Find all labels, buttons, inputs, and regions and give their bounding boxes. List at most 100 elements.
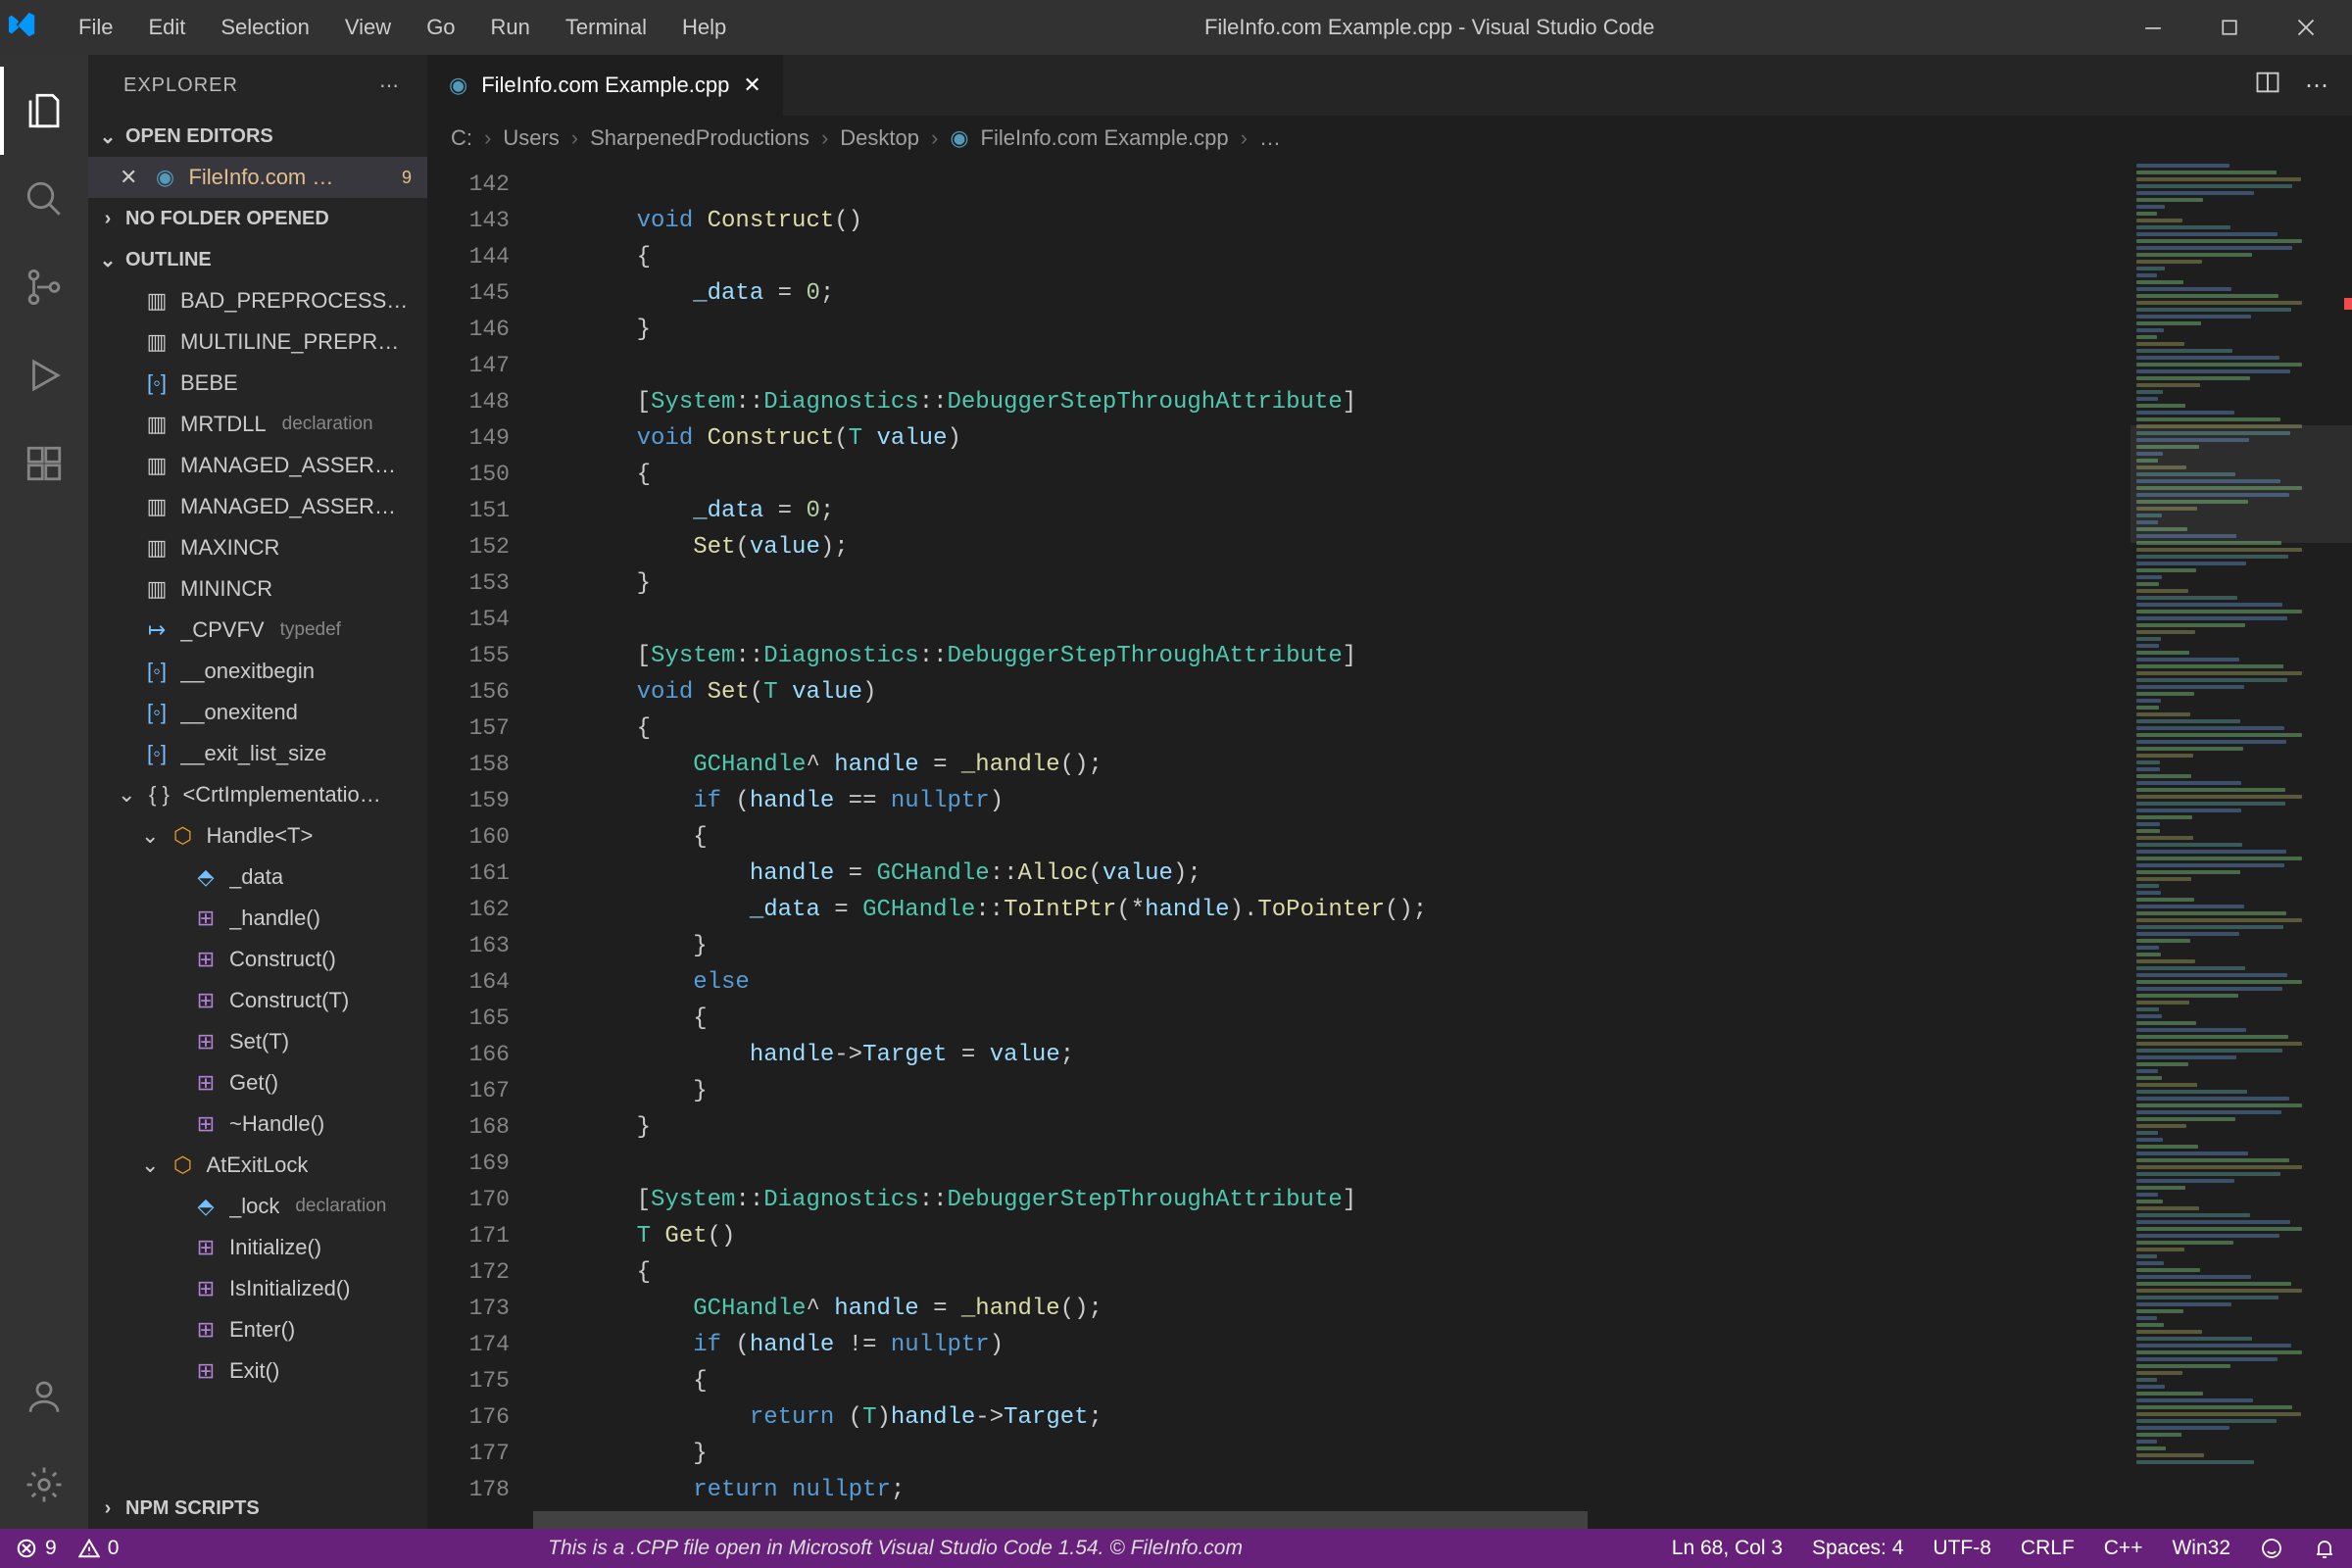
status-warnings[interactable]: 0 xyxy=(78,1537,120,1560)
outline-item[interactable]: ▥MANAGED_ASSER… xyxy=(88,445,427,486)
cpp-file-icon: ◉ xyxy=(151,165,178,190)
sidebar-title: EXPLORER xyxy=(123,74,238,97)
status-feedback-icon[interactable] xyxy=(2260,1537,2283,1560)
minimize-button[interactable] xyxy=(2115,0,2191,55)
outline-item[interactable]: ▥MAXINCR xyxy=(88,527,427,568)
outline-item[interactable]: ↦_CPVFVtypedef xyxy=(88,610,427,651)
symbol-struct-icon: ▥ xyxy=(143,329,171,355)
status-errors[interactable]: 9 xyxy=(16,1537,57,1560)
code-editor[interactable]: void Construct() { _data = 0; } [System:… xyxy=(533,161,2131,1529)
outline-namespace[interactable]: ⌄{ }<CrtImplementatio… xyxy=(88,774,427,815)
chevron-right-icon: › xyxy=(96,1497,120,1520)
activity-search[interactable] xyxy=(0,155,88,243)
chevron-down-icon: ⌄ xyxy=(96,124,120,149)
status-indent[interactable]: Spaces: 4 xyxy=(1812,1537,1903,1560)
outline-item[interactable]: ▥BAD_PREPROCESS… xyxy=(88,280,427,321)
status-os[interactable]: Win32 xyxy=(2172,1537,2230,1560)
chevron-down-icon: ⌄ xyxy=(118,782,135,808)
editor-tab[interactable]: ◉ FileInfo.com Example.cpp ✕ xyxy=(427,55,784,116)
window-controls xyxy=(2115,0,2344,55)
breadcrumb-tail[interactable]: … xyxy=(1259,125,1281,151)
breadcrumb-part[interactable]: Users xyxy=(503,125,559,151)
editor-area: ◉ FileInfo.com Example.cpp ✕ ⋯ C:› Users… xyxy=(427,55,2352,1529)
outline-member[interactable]: ⊞Set(T) xyxy=(88,1021,427,1062)
outline-member[interactable]: ⬘_lockdeclaration xyxy=(88,1186,427,1227)
outline-member[interactable]: ⊞~Handle() xyxy=(88,1103,427,1145)
symbol-method-icon: ⊞ xyxy=(192,1111,220,1137)
outline-item[interactable]: [◦]BEBE xyxy=(88,363,427,404)
section-npm-scripts[interactable]: › NPM SCRIPTS xyxy=(88,1488,427,1529)
menu-go[interactable]: Go xyxy=(409,7,472,48)
more-icon[interactable]: ⋯ xyxy=(2305,72,2328,100)
outline-member[interactable]: ⊞Construct() xyxy=(88,939,427,980)
outline-member[interactable]: ⊞Enter() xyxy=(88,1309,427,1350)
minimap[interactable] xyxy=(2131,161,2352,1529)
activity-settings[interactable] xyxy=(0,1441,88,1529)
outline-member[interactable]: ⊞Construct(T) xyxy=(88,980,427,1021)
menu-file[interactable]: File xyxy=(61,7,130,48)
minimap-error-marker xyxy=(2344,298,2352,310)
close-icon[interactable]: ✕ xyxy=(743,73,760,98)
menu-edit[interactable]: Edit xyxy=(130,7,203,48)
activity-explorer[interactable] xyxy=(0,67,88,155)
split-editor-icon[interactable] xyxy=(2254,69,2281,103)
section-no-folder[interactable]: › NO FOLDER OPENED xyxy=(88,198,427,239)
symbol-struct-icon: ▥ xyxy=(143,453,171,478)
activity-accounts[interactable] xyxy=(0,1352,88,1441)
outline-item[interactable]: ▥MININCR xyxy=(88,568,427,610)
outline-item[interactable]: ▥MRTDLLdeclaration xyxy=(88,404,427,445)
status-language[interactable]: C++ xyxy=(2104,1537,2143,1560)
outline-member[interactable]: ⊞Exit() xyxy=(88,1350,427,1392)
close-icon[interactable]: ✕ xyxy=(120,165,137,190)
outline-member[interactable]: ⊞_handle() xyxy=(88,898,427,939)
symbol-field-icon: ⬘ xyxy=(192,864,220,890)
breadcrumb-file[interactable]: FileInfo.com Example.cpp xyxy=(981,125,1229,151)
activity-extensions[interactable] xyxy=(0,419,88,508)
outline-item[interactable]: ▥MANAGED_ASSER… xyxy=(88,486,427,527)
outline-item[interactable]: ▥MULTILINE_PREPR… xyxy=(88,321,427,363)
vscode-logo-icon xyxy=(8,10,37,46)
outline-class[interactable]: ⌄⬡Handle<T> xyxy=(88,815,427,857)
status-encoding[interactable]: UTF-8 xyxy=(1933,1537,1991,1560)
symbol-method-icon: ⊞ xyxy=(192,1358,220,1384)
title-bar: File Edit Selection View Go Run Terminal… xyxy=(0,0,2352,55)
tab-actions: ⋯ xyxy=(2254,55,2352,116)
status-cursor[interactable]: Ln 68, Col 3 xyxy=(1672,1537,1783,1560)
menu-view[interactable]: View xyxy=(327,7,409,48)
breadcrumb[interactable]: C:› Users› SharpenedProductions› Desktop… xyxy=(427,116,2352,161)
maximize-button[interactable] xyxy=(2191,0,2268,55)
activity-debug[interactable] xyxy=(0,331,88,419)
menu-run[interactable]: Run xyxy=(473,7,548,48)
close-button[interactable] xyxy=(2268,0,2344,55)
outline-item[interactable]: [◦]__onexitbegin xyxy=(88,651,427,692)
status-eol[interactable]: CRLF xyxy=(2021,1537,2075,1560)
breadcrumb-part[interactable]: Desktop xyxy=(840,125,919,151)
symbol-method-icon: ⊞ xyxy=(192,1029,220,1054)
symbol-method-icon: ⊞ xyxy=(192,947,220,972)
outline-item[interactable]: [◦]__onexitend xyxy=(88,692,427,733)
breadcrumb-part[interactable]: SharpenedProductions xyxy=(590,125,809,151)
menu-help[interactable]: Help xyxy=(664,7,744,48)
symbol-method-icon: ⊞ xyxy=(192,1070,220,1096)
menu-terminal[interactable]: Terminal xyxy=(548,7,664,48)
status-bell-icon[interactable] xyxy=(2313,1537,2336,1560)
outline-member[interactable]: ⊞Initialize() xyxy=(88,1227,427,1268)
outline-class[interactable]: ⌄⬡AtExitLock xyxy=(88,1145,427,1186)
section-open-editors[interactable]: ⌄ OPEN EDITORS xyxy=(88,116,427,157)
activity-scm[interactable] xyxy=(0,243,88,331)
outline-member[interactable]: ⊞Get() xyxy=(88,1062,427,1103)
open-editor-item[interactable]: ✕ ◉ FileInfo.com … 9 xyxy=(88,157,427,198)
outline-item[interactable]: [◦]__exit_list_size xyxy=(88,733,427,774)
horizontal-scrollbar[interactable] xyxy=(533,1511,1588,1529)
outline-member[interactable]: ⊞IsInitialized() xyxy=(88,1268,427,1309)
breadcrumb-part[interactable]: C: xyxy=(451,125,472,151)
cpp-file-icon: ◉ xyxy=(950,125,968,151)
symbol-method-icon: ⊞ xyxy=(192,906,220,931)
outline-member[interactable]: ⬘_data xyxy=(88,857,427,898)
menu-selection[interactable]: Selection xyxy=(203,7,327,48)
outline-tree: ▥BAD_PREPROCESS… ▥MULTILINE_PREPR… [◦]BE… xyxy=(88,280,427,1488)
section-outline[interactable]: ⌄ OUTLINE xyxy=(88,239,427,280)
more-icon[interactable]: ⋯ xyxy=(379,74,400,98)
symbol-var-icon: [◦] xyxy=(143,659,171,684)
minimap-viewport[interactable] xyxy=(2131,425,2352,543)
